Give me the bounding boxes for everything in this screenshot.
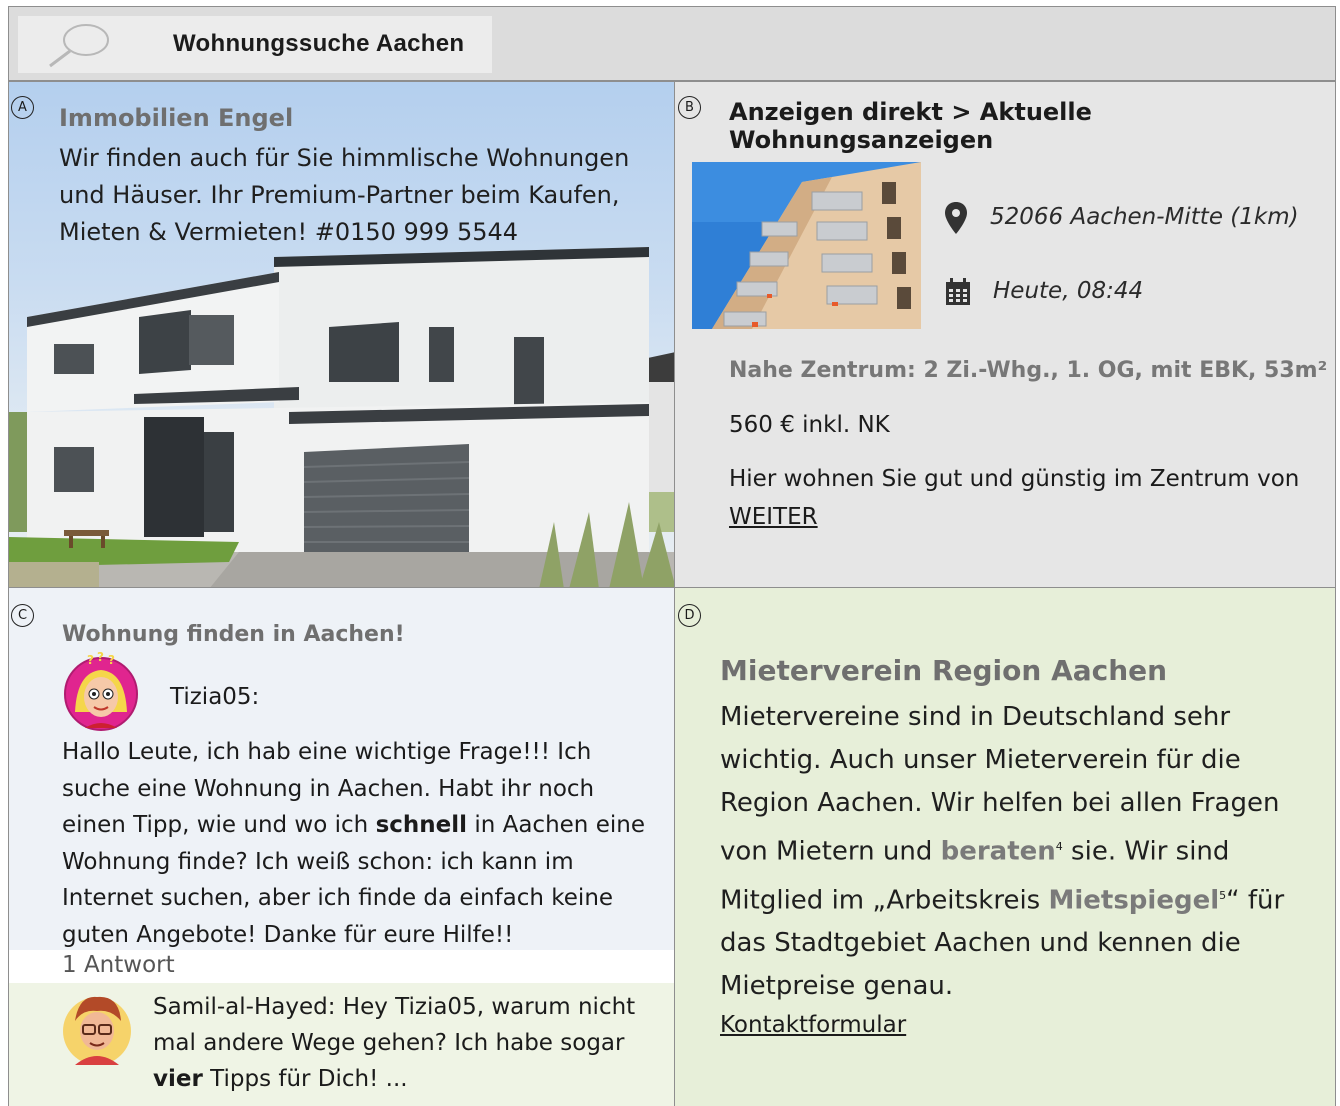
listing-description-text: Hier wohnen Sie gut und günstig im Zentr… — [729, 466, 1300, 492]
reply-text: Samil-al-Hayed: Hey Tizia05, warum nicht… — [153, 989, 668, 1097]
location-pin-icon — [945, 202, 967, 234]
answer-count[interactable]: 1 Antwort — [62, 952, 175, 978]
marker-b: B — [678, 96, 701, 119]
marker-a: A — [11, 96, 34, 119]
svg-text:?: ? — [108, 653, 115, 667]
search-input[interactable]: Wohnungssuche Aachen — [18, 16, 492, 73]
svg-text:?: ? — [87, 653, 94, 667]
apartment-photo[interactable] — [692, 162, 921, 329]
listing-location: 52066 Aachen-Mitte (1km) — [990, 204, 1299, 230]
advertiser-name: Immobilien Engel — [59, 104, 294, 132]
mieterverein-title: Mieterverein Region Aachen — [720, 654, 1168, 687]
marker-d: D — [678, 604, 701, 627]
footnote-4: 4 — [1055, 840, 1063, 853]
term-mietspiegel: Mietspiegel — [1048, 885, 1220, 916]
listing-breadcrumb[interactable]: Anzeigen direkt > Aktuelle Wohnungsanzei… — [729, 98, 1335, 154]
listing-price: 560 € inkl. NK — [729, 412, 890, 438]
mieterverein-text: Mietervereine sind in Deutschland sehr w… — [720, 696, 1310, 1008]
reply-text-bold: vier — [153, 1066, 203, 1092]
avatar-tizia05[interactable]: ??? — [61, 652, 141, 732]
post-body: Hallo Leute, ich hab eine wichtige Frage… — [62, 734, 662, 953]
calendar-icon — [946, 278, 970, 305]
reply-text-start: Samil-al-Hayed: Hey Tizia05, warum nicht… — [153, 994, 636, 1056]
forum-thread-title[interactable]: Wohnung finden in Aachen! — [62, 622, 405, 647]
listing-title[interactable]: Nahe Zentrum: 2 Zi.-Whg., 1. OG, mit EBK… — [729, 358, 1327, 383]
forum-panel: C Wohnung finden in Aachen! ??? Tizia05:… — [8, 587, 675, 1106]
term-beraten: beraten — [940, 836, 1056, 867]
search-bar: Wohnungssuche Aachen — [8, 6, 1336, 81]
marker-c: C — [11, 604, 34, 627]
reply-text-end: Tipps für Dich! ... — [210, 1066, 408, 1092]
listing-description: Hier wohnen Sie gut und günstig im Zentr… — [729, 460, 1319, 536]
search-icon — [49, 24, 109, 68]
ad-immobilien-engel[interactable]: A Immobilien Engel Wir finden auch für S… — [8, 81, 675, 588]
avatar-samil-al-hayed[interactable] — [61, 991, 133, 1067]
listing-panel: B Anzeigen direkt > Aktuelle Wohnungsanz… — [674, 81, 1336, 588]
post-author[interactable]: Tizia05: — [170, 684, 259, 710]
post-text-bold: schnell — [375, 812, 468, 838]
page: Wohnungssuche Aachen A Immobilien Engel … — [8, 6, 1336, 1106]
search-query-text: Wohnungssuche Aachen — [173, 30, 465, 57]
more-link[interactable]: WEITER — [729, 504, 818, 530]
svg-text:?: ? — [97, 652, 104, 664]
listing-date: Heute, 08:44 — [993, 278, 1144, 304]
mieterverein-panel: D Mieterverein Region Aachen Mieterverei… — [674, 587, 1336, 1106]
contact-form-link[interactable]: Kontaktformular — [720, 1012, 906, 1038]
advert-text: Wir finden auch für Sie himmlische Wohnu… — [59, 144, 630, 246]
